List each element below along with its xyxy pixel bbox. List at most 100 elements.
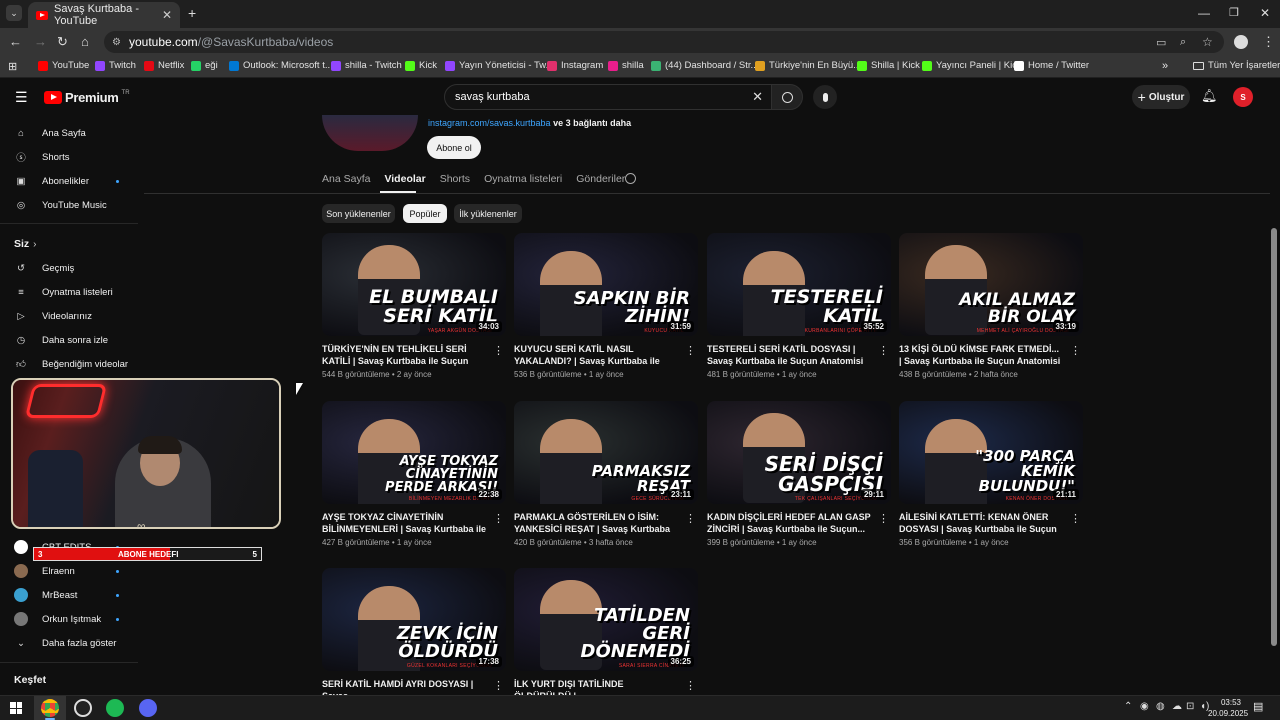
video-thumbnail[interactable]: PARMAKSIZ REŞAT GECE SÜRÜCÜLERİ 23:11: [514, 401, 698, 504]
channel-tab[interactable]: Oynatma listeleri: [484, 173, 562, 185]
video-thumbnail[interactable]: ZEVK İÇİN ÖLDÜRDÜ GÜZEL KOKANLARI SEÇİYOR…: [322, 568, 506, 671]
video-thumbnail[interactable]: "300 PARÇA KEMİK BULUNDU!" KENAN ÖNER DOS…: [899, 401, 1083, 504]
sidebar-item[interactable]: ▷ Videolarınız: [14, 306, 92, 326]
video-card[interactable]: TATİLDEN GERİ DÖNEMEDİ SARAI SIERRA CİNAY…: [514, 568, 698, 705]
reload-icon[interactable]: ↻: [57, 34, 68, 50]
bookmark-item[interactable]: YouTube: [38, 60, 89, 71]
bookmarks-overflow-icon[interactable]: »: [1162, 60, 1168, 72]
video-card[interactable]: SERİ DİŞÇİ GASPÇISI TEK ÇALIŞANLARI SEÇİY…: [707, 401, 891, 547]
home-button-icon[interactable]: ⌂: [81, 34, 89, 49]
notification-center-icon[interactable]: ▤: [1253, 700, 1263, 713]
subscription-item[interactable]: Orkun Işıtmak: [14, 609, 101, 629]
bookmark-item[interactable]: Shilla | Kick: [857, 60, 920, 71]
bookmark-item[interactable]: Türkiye'nin En Büyü...: [755, 60, 861, 71]
you-section-header[interactable]: Siz ›: [14, 234, 37, 254]
show-more-button[interactable]: ⌄ Daha fazla göster: [14, 633, 116, 653]
video-thumbnail[interactable]: TESTERELİ KATİL KURBANLARINI ÇÖPE ATTI! 35…: [707, 233, 891, 336]
bookmark-star-icon[interactable]: ☆: [1202, 35, 1213, 49]
filter-chip[interactable]: Son yüklenenler: [322, 204, 395, 223]
channel-tab[interactable]: Ana Sayfa: [322, 173, 370, 185]
channel-link-more[interactable]: ve 3 bağlantı daha: [553, 118, 631, 128]
discord-app-icon[interactable]: [139, 699, 157, 717]
filter-chip[interactable]: İlk yüklenenler: [454, 204, 522, 223]
video-card[interactable]: PARMAKSIZ REŞAT GECE SÜRÜCÜLERİ 23:11 PARMA…: [514, 401, 698, 547]
tab-search-icon[interactable]: ⌄: [6, 5, 22, 21]
channel-link[interactable]: instagram.com/savas.kurtbaba: [428, 118, 551, 128]
video-thumbnail[interactable]: AYŞE TOKYAZ CİNAYETİNİN PERDE ARKASI! BİL…: [322, 401, 506, 504]
create-button[interactable]: + Oluştur: [1132, 85, 1190, 109]
channel-tab[interactable]: Shorts: [440, 173, 470, 185]
notifications-bell-icon[interactable]: 🔔︎: [1201, 88, 1218, 104]
video-thumbnail[interactable]: AKIL ALMAZ BİR OLAY MEHMET ALİ ÇAYIROĞLU …: [899, 233, 1083, 336]
video-menu-icon[interactable]: ⋮: [493, 679, 504, 692]
video-title[interactable]: TÜRKİYE'NİN EN TEHLİKELİ SERİ KATİLİ | S…: [322, 344, 487, 367]
profile-avatar[interactable]: [1234, 35, 1248, 49]
obs-icon[interactable]: [74, 699, 92, 717]
bookmark-item[interactable]: Netflix: [144, 60, 184, 71]
bookmark-item[interactable]: Twitch: [95, 60, 136, 71]
video-card[interactable]: AKIL ALMAZ BİR OLAY MEHMET ALİ ÇAYIROĞLU …: [899, 233, 1083, 379]
video-card[interactable]: TESTERELİ KATİL KURBANLARINI ÇÖPE ATTI! 35…: [707, 233, 891, 379]
back-icon[interactable]: ←: [9, 34, 22, 49]
subscription-item[interactable]: Elraenn: [14, 561, 75, 581]
bookmark-item[interactable]: shilla: [608, 60, 644, 71]
video-card[interactable]: AYŞE TOKYAZ CİNAYETİNİN PERDE ARKASI! BİL…: [322, 401, 506, 547]
bookmark-item[interactable]: Instagram: [547, 60, 603, 71]
hamburger-menu-icon[interactable]: ☰: [15, 89, 28, 106]
video-thumbnail[interactable]: SAPKIN BİR ZİHİN! KUYUCU KATİL 31:59: [514, 233, 698, 336]
sidebar-item[interactable]: ↺ Geçmiş: [14, 258, 74, 278]
close-tab-icon[interactable]: ✕: [162, 8, 172, 22]
sidebar-item[interactable]: ⓢ Shorts: [14, 147, 69, 167]
address-bar[interactable]: ⚙ youtube.com/@SavasKurtbaba/videos ▭ ⌕ …: [104, 31, 1224, 53]
video-title[interactable]: AİLESİNİ KATLETTİ: KENAN ÖNER DOSYASI | …: [899, 512, 1064, 535]
spotify-icon[interactable]: [106, 699, 124, 717]
video-thumbnail[interactable]: TATİLDEN GERİ DÖNEMEDİ SARAI SIERRA CİNAY…: [514, 568, 698, 671]
video-title[interactable]: TESTERELİ SERİ KATİL DOSYASI | Savaş Kur…: [707, 344, 872, 367]
sidebar-item[interactable]: ⌂ Ana Sayfa: [14, 123, 86, 143]
sidebar-item[interactable]: ▣ Abonelikler: [14, 171, 90, 191]
video-menu-icon[interactable]: ⋮: [493, 344, 504, 357]
video-menu-icon[interactable]: ⋮: [878, 512, 889, 525]
restore-icon[interactable]: ❐: [1229, 6, 1239, 19]
sidebar-item[interactable]: ≡ Oynatma listeleri: [14, 282, 113, 302]
video-menu-icon[interactable]: ⋮: [878, 344, 889, 357]
filter-chip[interactable]: Popüler: [403, 204, 447, 223]
bookmark-item[interactable]: Home / Twitter: [1014, 60, 1089, 71]
sidebar-item[interactable]: ◎ YouTube Music: [14, 195, 107, 215]
channel-tab[interactable]: Videolar: [384, 173, 425, 185]
video-thumbnail[interactable]: SERİ DİŞÇİ GASPÇISI TEK ÇALIŞANLARI SEÇİY…: [707, 401, 891, 504]
bookmark-item[interactable]: (44) Dashboard / Str...: [651, 60, 758, 71]
bookmark-item[interactable]: eği: [191, 60, 218, 71]
video-title[interactable]: KADIN DİŞÇİLERİ HEDEF ALAN GASP ZİNCİRİ …: [707, 512, 872, 535]
zoom-icon[interactable]: ⌕: [1180, 36, 1186, 49]
channel-search-icon[interactable]: [625, 173, 636, 184]
browser-menu-icon[interactable]: ⋮: [1262, 34, 1275, 50]
video-menu-icon[interactable]: ⋮: [685, 679, 696, 692]
video-card[interactable]: EL BUMBALI SERİ KATİL YAŞAR AKGÜN DOSYASI…: [322, 233, 506, 379]
search-input[interactable]: savaş kurtbaba ✕: [444, 84, 772, 110]
video-title[interactable]: PARMAKLA GÖSTERİLEN O İSİM: YANKESİCİ RE…: [514, 512, 679, 535]
subscribe-button[interactable]: Abone ol: [427, 136, 481, 159]
clock[interactable]: 03:53 20.09.2025: [1200, 697, 1248, 719]
video-menu-icon[interactable]: ⋮: [685, 344, 696, 357]
tray-network-icon[interactable]: ⊡: [1186, 701, 1194, 712]
video-title[interactable]: AYŞE TOKYAZ CİNAYETİNİN BİLİNMEYENLERİ |…: [322, 512, 487, 535]
bookmark-item[interactable]: Yayın Yöneticisi - Tw...: [445, 60, 554, 71]
video-menu-icon[interactable]: ⋮: [493, 512, 504, 525]
video-menu-icon[interactable]: ⋮: [1070, 344, 1081, 357]
browser-tab[interactable]: Savaş Kurtbaba - YouTube ✕: [28, 2, 180, 28]
voice-search-button[interactable]: [813, 85, 837, 109]
video-card[interactable]: SAPKIN BİR ZİHİN! KUYUCU KATİL 31:59 KUYUCU…: [514, 233, 698, 379]
channel-tab[interactable]: Gönderiler: [576, 173, 625, 185]
close-window-icon[interactable]: ✕: [1260, 6, 1270, 20]
video-menu-icon[interactable]: ⋮: [1070, 512, 1081, 525]
forward-icon[interactable]: →: [34, 34, 47, 49]
bookmark-item[interactable]: Yayıncı Paneli | Kick: [922, 60, 1022, 71]
apps-icon[interactable]: ⊞: [8, 60, 17, 73]
video-title[interactable]: 13 KİŞİ ÖLDÜ KİMSE FARK ETMEDİ... | Sava…: [899, 344, 1064, 367]
bookmark-item[interactable]: Outlook: Microsoft t...: [229, 60, 333, 71]
video-menu-icon[interactable]: ⋮: [685, 512, 696, 525]
video-thumbnail[interactable]: EL BUMBALI SERİ KATİL YAŞAR AKGÜN DOSYASI…: [322, 233, 506, 336]
tray-cloud-icon[interactable]: ☁: [1172, 701, 1182, 712]
youtube-logo[interactable]: Premium TR: [44, 90, 130, 105]
